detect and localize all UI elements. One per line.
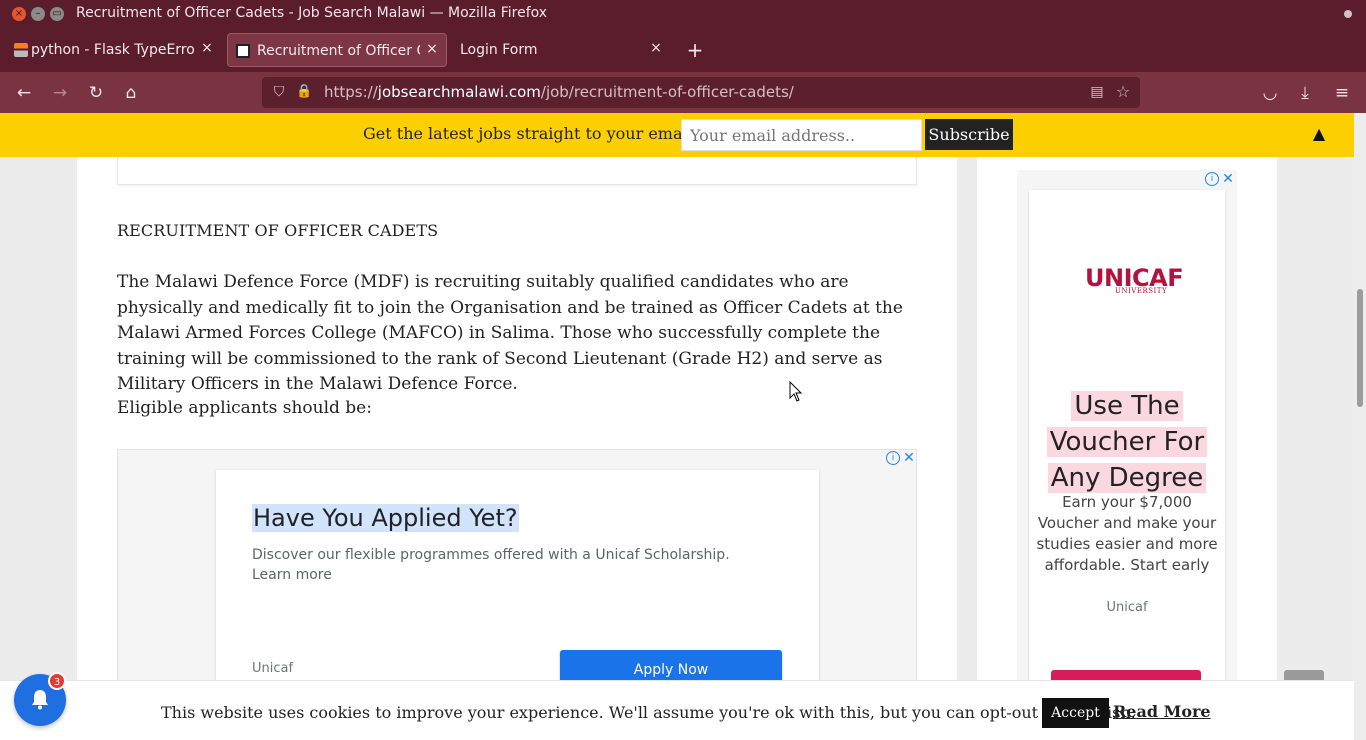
notification-count-badge: 3 <box>48 672 66 690</box>
ad-close-icon[interactable]: ✕ <box>1221 172 1235 186</box>
ad-info-icon[interactable]: i <box>886 451 900 465</box>
reader-view-icon[interactable]: ▤ <box>1088 83 1106 101</box>
collapse-bar-icon[interactable]: ▲ <box>1309 123 1329 145</box>
tab-strip: python - Flask TypeError: × Recruitment … <box>0 28 1366 72</box>
window-minimize-button[interactable]: – <box>31 7 45 21</box>
tab-login-form[interactable]: Login Form × <box>450 33 672 67</box>
pocket-icon[interactable]: ◡ <box>1259 82 1281 104</box>
subscribe-button[interactable]: Subscribe <box>925 119 1013 150</box>
bookmark-star-icon[interactable]: ☆ <box>1114 83 1132 101</box>
ad-description[interactable]: Discover our flexible programmes offered… <box>252 545 772 585</box>
cookie-read-more-link[interactable]: Read More <box>1113 702 1211 721</box>
page-viewport: RECRUITMENT OF OFFICER CADETS The Malawi… <box>0 113 1366 740</box>
tab-close-icon[interactable]: × <box>423 40 441 58</box>
stackoverflow-icon <box>14 43 28 57</box>
window-titlebar: × – ▭ Recruitment of Officer Cadets - Jo… <box>0 0 1366 28</box>
window-indicator-icon <box>1344 10 1352 18</box>
article-paragraph: The Malawi Defence Force (MDF) is recrui… <box>117 272 903 394</box>
cookie-message: This website uses cookies to improve you… <box>161 703 1136 722</box>
menu-icon[interactable]: ≡ <box>1331 82 1353 104</box>
ad-body[interactable]: Earn your $7,000 Voucher and make your s… <box>1033 492 1221 576</box>
ad-advertiser[interactable]: Unicaf <box>252 661 293 676</box>
url-bar[interactable]: ⛉ 🔒 https://jobsearchmalawi.com/job/recr… <box>262 77 1140 108</box>
subscribe-email-input[interactable] <box>681 119 922 151</box>
page-scrollbar[interactable] <box>1354 113 1366 740</box>
notification-bell-button[interactable]: 3 <box>14 672 66 726</box>
ad-card[interactable]: UNICAF UNIVERSITY Use The Voucher For An… <box>1029 190 1225 740</box>
scrollbar-thumb[interactable] <box>1357 289 1363 407</box>
unicaf-logo[interactable]: UNICAF UNIVERSITY <box>1085 264 1184 298</box>
forward-button[interactable]: → <box>49 82 71 104</box>
article-heading: RECRUITMENT OF OFFICER CADETS <box>117 221 439 240</box>
ad-headline-line: Voucher For <box>1046 427 1208 457</box>
downloads-icon[interactable]: ⤓ <box>1294 82 1316 104</box>
ad-close-icon[interactable]: ✕ <box>902 451 916 465</box>
window-close-button[interactable]: × <box>12 7 26 21</box>
ad-headline-line: Any Degree <box>1047 463 1207 493</box>
sidebar-ad[interactable]: i ✕ UNICAF UNIVERSITY Use The Voucher Fo… <box>1017 170 1237 740</box>
subscribe-bar: Get the latest jobs straight to your ema… <box>0 113 1354 157</box>
logo-subtitle: UNIVERSITY <box>1115 287 1168 295</box>
article-eligible-text: Eligible applicants should be: <box>117 398 372 418</box>
reload-button[interactable]: ↻ <box>85 82 107 104</box>
tab-label: Login Form <box>460 42 538 58</box>
cookie-banner: This website uses cookies to improve you… <box>0 680 1354 740</box>
ad-headline[interactable]: Use The Voucher For Any Degree <box>1029 388 1225 496</box>
mouse-cursor-icon <box>789 381 803 402</box>
tab-close-icon[interactable]: × <box>198 39 216 57</box>
url-text[interactable]: https://jobsearchmalawi.com/job/recruitm… <box>324 83 794 101</box>
url-prefix: https:// <box>324 83 378 101</box>
jobsearchmalawi-icon <box>236 44 250 58</box>
lock-icon[interactable]: 🔒 <box>296 83 312 101</box>
back-button[interactable]: ← <box>13 82 35 104</box>
tracking-protection-icon[interactable]: ⛉ <box>270 83 288 101</box>
ad-headline[interactable]: Have You Applied Yet? <box>252 504 519 532</box>
bell-icon <box>32 690 48 710</box>
ad-headline-line: Use The <box>1071 391 1183 421</box>
ad-advertiser[interactable]: Unicaf <box>1029 600 1225 615</box>
url-host: jobsearchmalawi.com <box>377 83 541 101</box>
tab-label: Recruitment of Officer Ca <box>257 43 420 59</box>
ad-info-icon[interactable]: i <box>1205 172 1219 186</box>
url-path: /job/recruitment-of-officer-cadets/ <box>540 83 794 101</box>
tab-recruitment[interactable]: Recruitment of Officer Ca × <box>227 33 447 67</box>
subscribe-label: Get the latest jobs straight to your ema… <box>363 124 693 143</box>
tab-stackoverflow[interactable]: python - Flask TypeError: × <box>6 33 218 67</box>
home-button[interactable]: ⌂ <box>120 82 142 104</box>
tab-label: python - Flask TypeError: <box>31 42 196 58</box>
new-tab-button[interactable]: + <box>684 39 706 61</box>
window-maximize-button[interactable]: ▭ <box>50 7 64 21</box>
window-title: Recruitment of Officer Cadets - Job Sear… <box>76 5 548 21</box>
tab-close-icon[interactable]: × <box>647 39 665 57</box>
cookie-accept-button[interactable]: Accept <box>1042 698 1109 728</box>
